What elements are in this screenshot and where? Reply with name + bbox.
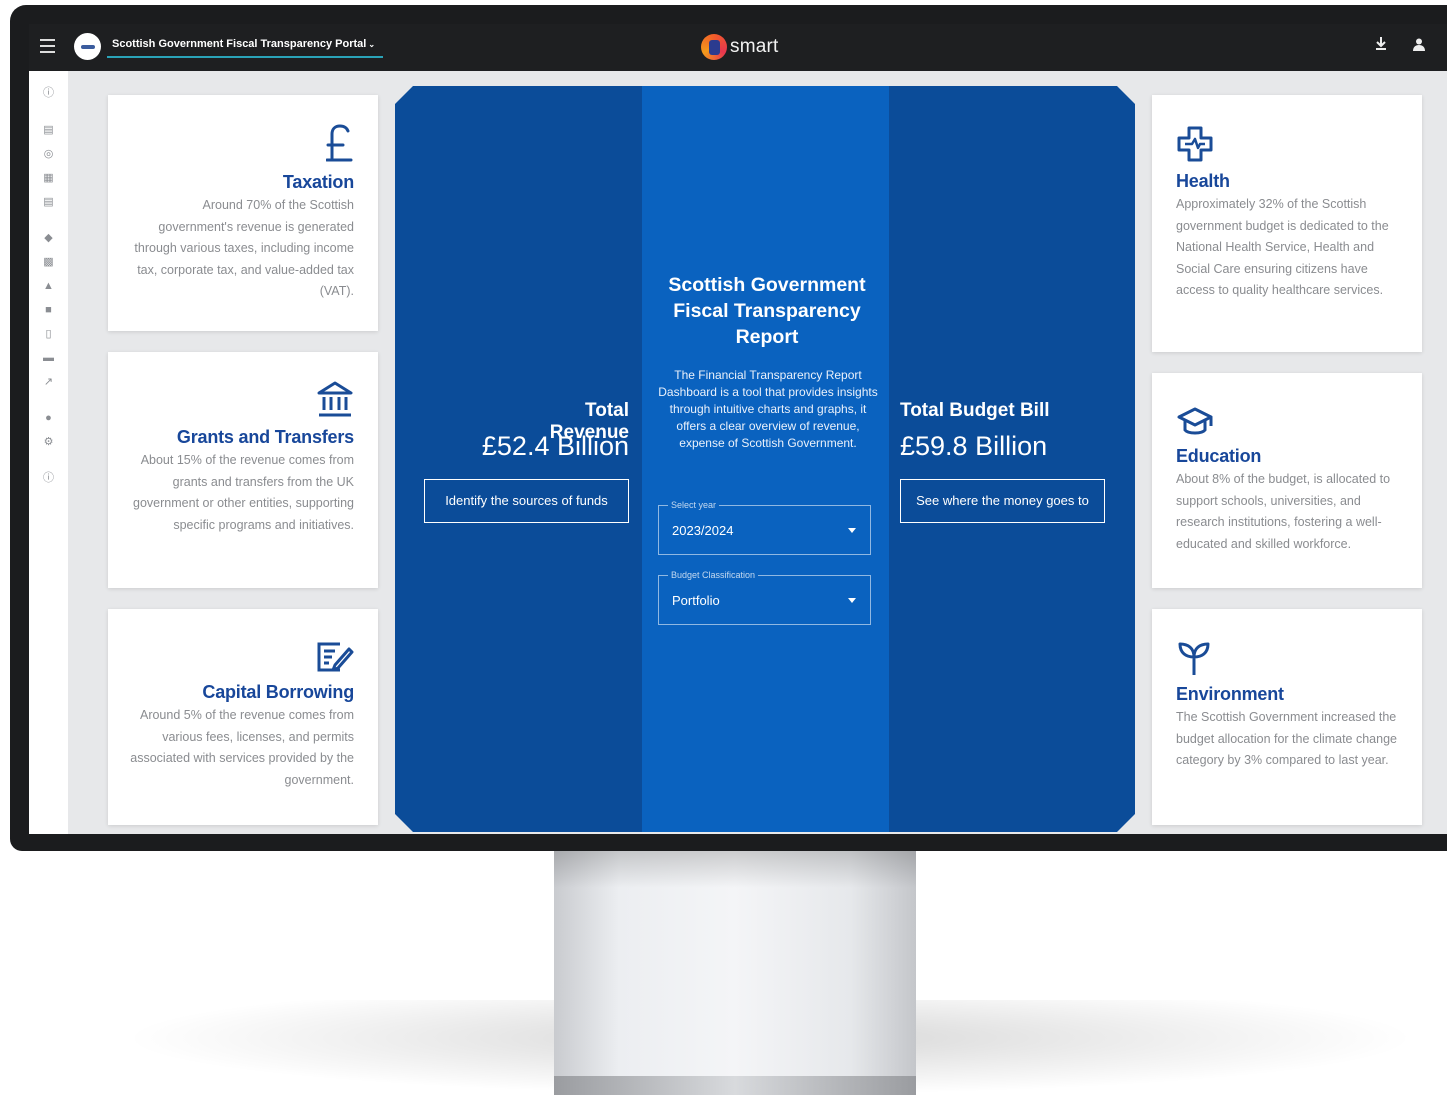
top-bar: Scottish Government Fiscal Transparency … — [29, 24, 1447, 71]
budget-classification-select[interactable]: Budget Classification Portfolio — [658, 570, 871, 625]
card-title: Education — [1176, 446, 1262, 466]
people-icon[interactable]: ● — [41, 412, 56, 425]
report-title: Scottish Government Fiscal Transparency … — [668, 274, 866, 348]
year-select[interactable]: Select year 2023/2024 — [658, 500, 871, 555]
portal-selector[interactable]: Scottish Government Fiscal Transparency … — [107, 34, 383, 58]
total-budget-label: Total Budget Bill — [900, 400, 1050, 421]
info-icon[interactable]: ⓘ — [41, 87, 56, 100]
settings-icon[interactable]: ⚙ — [41, 436, 56, 449]
environment-card[interactable]: Environment The Scottish Government incr… — [1152, 609, 1422, 825]
card-title: Grants and Transfers — [176, 427, 354, 447]
brand-logo: smart — [701, 32, 779, 62]
card-title: Capital Borrowing — [202, 682, 354, 702]
portal-title: Scottish Government Fiscal Transparency … — [112, 38, 367, 50]
card-text: About 15% of the revenue comes from gran… — [133, 453, 354, 532]
total-budget-value: £59.8 Billion — [900, 431, 1048, 461]
bell-icon[interactable]: ▲ — [41, 280, 56, 293]
bank-icon — [317, 381, 353, 417]
edit-note-icon — [317, 642, 354, 672]
graduation-cap-icon — [1177, 407, 1213, 435]
report-description: The Financial Transparency Report Dashbo… — [658, 368, 878, 450]
health-cross-icon — [1177, 126, 1213, 162]
box-icon[interactable]: ■ — [41, 304, 56, 317]
sprout-icon — [1178, 642, 1210, 675]
summary-panel: Total Revenue £52.4 Billion Identify the… — [395, 86, 1135, 832]
report-section — [642, 86, 889, 832]
monitor-stand-shade — [554, 848, 916, 888]
health-card[interactable]: Health Approximately 32% of the Scottish… — [1152, 95, 1422, 352]
brand-mark-icon — [701, 34, 727, 60]
classification-select-label: Budget Classification — [668, 570, 759, 581]
card-text: Around 70% of the Scottish government's … — [134, 198, 354, 298]
total-revenue-value: £52.4 Billion — [481, 431, 629, 461]
identify-sources-button[interactable]: Identify the sources of funds — [424, 479, 629, 523]
trend-icon[interactable]: ↗ — [41, 376, 56, 389]
monitor-bezel: Scottish Government Fiscal Transparency … — [10, 5, 1447, 851]
year-select-label: Select year — [668, 500, 720, 511]
hamburger-menu-icon[interactable] — [40, 39, 55, 53]
see-where-money-goes-button[interactable]: See where the money goes to — [900, 479, 1105, 523]
user-icon[interactable] — [1409, 36, 1429, 56]
globe-icon[interactable]: ◎ — [41, 148, 56, 161]
caret-down-icon — [848, 528, 856, 533]
bank-icon[interactable]: ▤ — [41, 124, 56, 137]
card-text: Approximately 32% of the Scottish govern… — [1176, 197, 1389, 297]
download-icon[interactable] — [1371, 36, 1391, 56]
document-icon[interactable]: ▤ — [41, 196, 56, 209]
card-text: The Scottish Government increased the bu… — [1176, 710, 1397, 767]
pound-icon — [326, 124, 353, 162]
image-icon[interactable]: ▩ — [41, 256, 56, 269]
classification-select-value: Portfolio — [672, 593, 720, 608]
card-text: Around 5% of the revenue comes from vari… — [130, 708, 354, 787]
card-title: Health — [1176, 171, 1230, 191]
app-screen: Scottish Government Fiscal Transparency … — [29, 24, 1447, 834]
org-logo — [74, 33, 101, 60]
chat-icon[interactable]: ▬ — [41, 352, 56, 365]
help-icon[interactable]: ⓘ — [41, 472, 56, 485]
capital-borrowing-card[interactable]: Capital Borrowing Around 5% of the reven… — [108, 609, 378, 825]
monitor-stand-foot — [554, 1076, 916, 1095]
education-card[interactable]: Education About 8% of the budget, is all… — [1152, 373, 1422, 588]
map-icon[interactable]: ▯ — [41, 328, 56, 341]
dashboard-icon[interactable]: ▦ — [41, 172, 56, 185]
year-select-value: 2023/2024 — [672, 523, 734, 538]
caret-down-icon — [848, 598, 856, 603]
card-title: Environment — [1176, 684, 1284, 704]
chevron-down-icon: ⌄ — [368, 40, 376, 49]
card-title: Taxation — [282, 172, 354, 192]
side-rail: ⓘ ▤ ◎ ▦ ▤ ◆ ▩ ▲ ■ ▯ ▬ ↗ ● ⚙ ⓘ — [29, 71, 68, 834]
grants-card[interactable]: Grants and Transfers About 15% of the re… — [108, 352, 378, 588]
taxation-card[interactable]: Taxation Around 70% of the Scottish gove… — [108, 95, 378, 331]
brand-name: smart — [730, 36, 779, 57]
layers-icon[interactable]: ◆ — [41, 232, 56, 245]
card-text: About 8% of the budget, is allocated to … — [1176, 472, 1391, 551]
